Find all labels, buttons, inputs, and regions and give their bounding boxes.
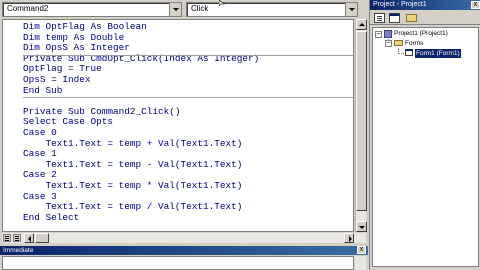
scroll-left-arrow-icon[interactable] bbox=[24, 233, 34, 243]
chevron-down-icon[interactable] bbox=[169, 3, 181, 16]
code-line[interactable]: Text1.Text = temp * Val(Text1.Text) bbox=[23, 180, 353, 192]
code-line[interactable]: Select Case Opts bbox=[23, 117, 353, 128]
immediate-scrollbar[interactable] bbox=[355, 256, 366, 270]
code-line[interactable]: Case 0 bbox=[23, 127, 353, 139]
procedure-separator bbox=[23, 54, 353, 56]
horizontal-scrollbar[interactable] bbox=[2, 233, 366, 243]
horizontal-scroll-thumb[interactable] bbox=[35, 233, 49, 243]
code-line[interactable]: Dim OptFlag As Boolean bbox=[23, 21, 353, 33]
procedure-dropdown-value: Click bbox=[191, 4, 209, 13]
collapse-icon[interactable]: − bbox=[375, 31, 382, 38]
procedure-view-icon[interactable] bbox=[3, 234, 11, 242]
mouse-cursor-icon bbox=[219, 0, 225, 6]
toggle-folders-icon[interactable] bbox=[406, 14, 417, 22]
chevron-down-icon[interactable] bbox=[345, 3, 357, 16]
project-explorer-title: Project - Project1 x bbox=[370, 0, 480, 10]
project-toolbar bbox=[370, 11, 480, 25]
full-module-view-icon[interactable] bbox=[13, 234, 21, 242]
tree-line bbox=[398, 53, 404, 54]
vb6-ide: Command2 Click Dim OptFlag As Boolean Dim… bbox=[0, 0, 480, 270]
vertical-scrollbar[interactable] bbox=[355, 19, 367, 232]
close-icon[interactable]: x bbox=[357, 246, 366, 254]
tree-project-label[interactable]: Project1 (Project1) bbox=[394, 29, 448, 38]
collapse-icon[interactable]: − bbox=[385, 40, 392, 47]
project-tree[interactable]: − Project1 (Project1) − Forms Form1 (For… bbox=[372, 27, 479, 267]
code-line[interactable]: Text1.Text = temp - Val(Text1.Text) bbox=[23, 159, 353, 171]
form-icon bbox=[405, 49, 413, 56]
folder-icon bbox=[394, 40, 403, 46]
object-dropdown-value: Command2 bbox=[7, 4, 49, 13]
tree-form-label[interactable]: Form1 (Form1) bbox=[415, 49, 461, 58]
code-line[interactable]: OpsS = Index bbox=[23, 74, 353, 86]
tree-forms-label[interactable]: Forms bbox=[405, 39, 423, 48]
immediate-title-text: Immediate bbox=[3, 247, 34, 254]
scroll-down-arrow-icon[interactable] bbox=[356, 221, 367, 232]
view-object-icon[interactable] bbox=[389, 13, 400, 23]
procedure-separator bbox=[23, 97, 353, 99]
object-dropdown[interactable]: Command2 bbox=[2, 2, 182, 17]
project-explorer: Project - Project1 x − Project1 (Project… bbox=[369, 0, 480, 270]
view-toggle-buttons bbox=[2, 233, 22, 243]
code-line[interactable]: End Sub bbox=[23, 85, 353, 97]
project-icon bbox=[384, 30, 392, 38]
project-explorer-title-text: Project - Project1 bbox=[373, 1, 427, 8]
code-line[interactable]: Text1.Text = temp + Val(Text1.Text) bbox=[23, 138, 353, 150]
view-code-icon[interactable] bbox=[374, 13, 385, 23]
scroll-thumb[interactable] bbox=[356, 31, 367, 211]
procedure-dropdown[interactable]: Click bbox=[186, 2, 358, 17]
code-lines[interactable]: Dim OptFlag As Boolean Dim temp As Double… bbox=[23, 21, 353, 224]
code-window: Command2 Click Dim OptFlag As Boolean Dim… bbox=[0, 0, 368, 244]
scroll-up-arrow-icon[interactable] bbox=[356, 19, 367, 30]
close-icon[interactable]: x bbox=[471, 1, 480, 9]
immediate-title: Immediate x bbox=[0, 246, 368, 255]
immediate-input[interactable] bbox=[2, 256, 354, 270]
code-line[interactable]: End Select bbox=[23, 212, 353, 224]
immediate-window: Immediate x bbox=[0, 246, 368, 270]
scroll-right-arrow-icon[interactable] bbox=[344, 233, 354, 243]
code-editor[interactable]: Dim OptFlag As Boolean Dim temp As Double… bbox=[2, 19, 354, 232]
